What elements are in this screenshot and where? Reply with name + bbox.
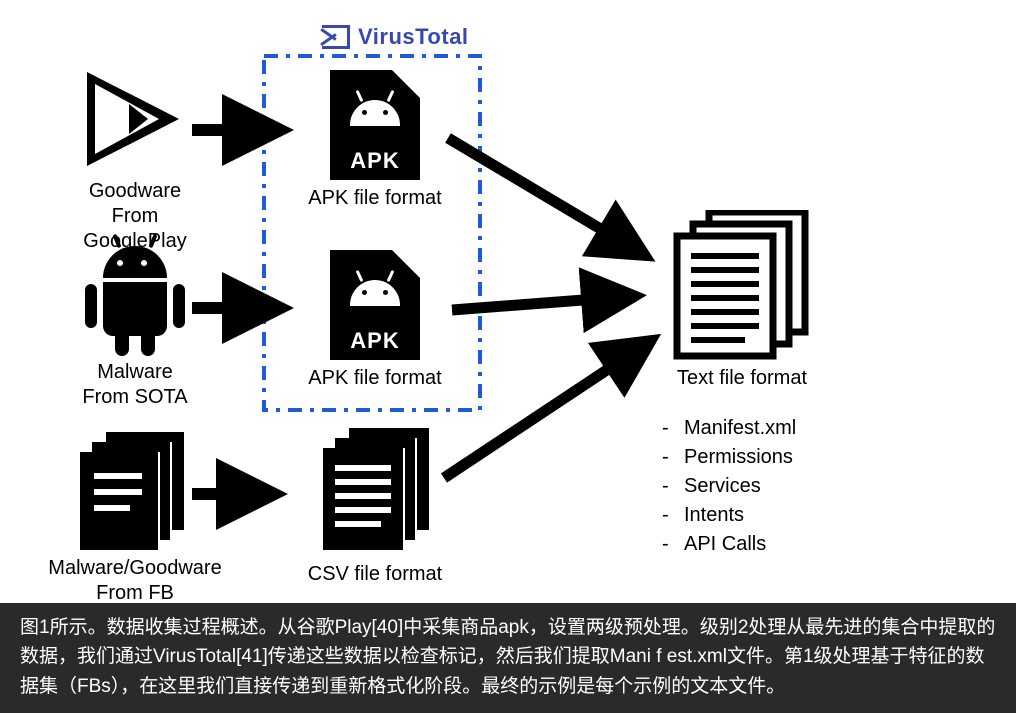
diagram-canvas: VirusTotal Goodware From GooglePlay Malw… bbox=[0, 0, 1016, 713]
arrow-csv-text bbox=[444, 340, 652, 478]
arrows-layer bbox=[0, 0, 1016, 620]
arrow-apk2-text bbox=[452, 296, 636, 310]
arrow-apk1-text bbox=[448, 138, 646, 256]
figure-caption: 图1所示。数据收集过程概述。从谷歌Play[40]中采集商品apk，设置两级预处… bbox=[0, 603, 1016, 713]
